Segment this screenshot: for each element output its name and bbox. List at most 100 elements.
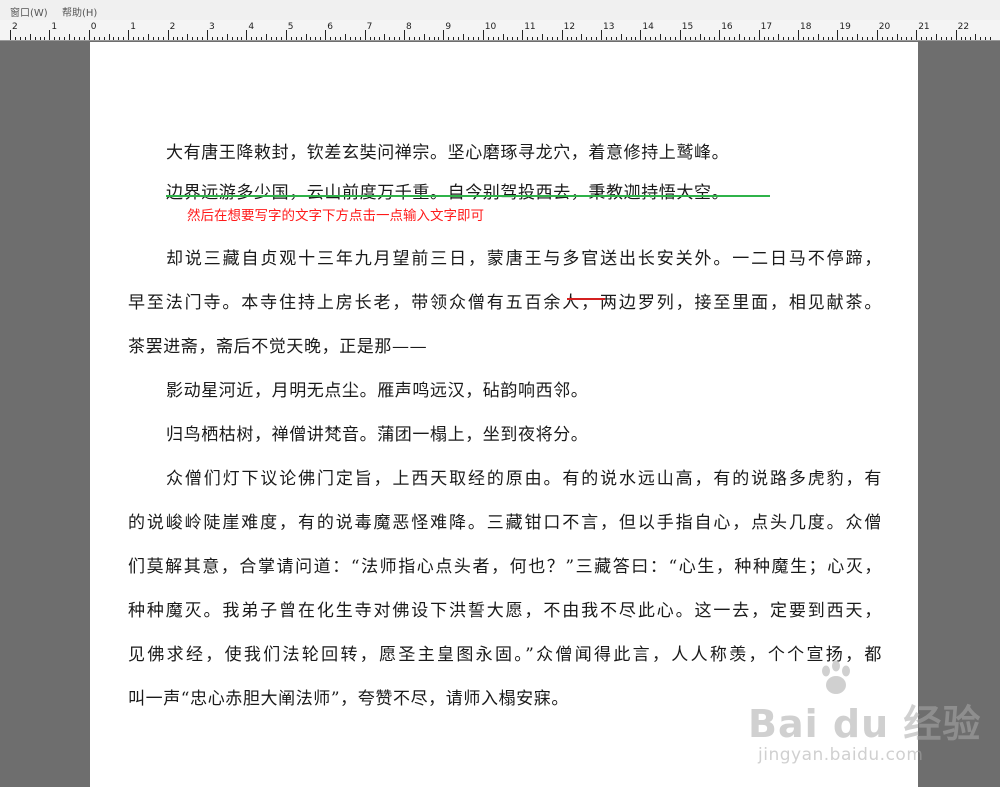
menu-help[interactable]: 帮助(H): [62, 4, 97, 19]
ruler-minor-tick: [556, 37, 558, 40]
ruler-minor-tick: [827, 37, 829, 40]
ruler-minor-tick: [192, 37, 194, 40]
ruler-minor-tick: [980, 37, 982, 40]
ruler-minor-tick: [930, 37, 932, 40]
ruler-minor-tick: [497, 37, 499, 40]
ruler-minor-tick: [753, 37, 755, 40]
paragraph-1-line-3: 茶罢进斋，斋后不觉天晚，正是那——: [128, 337, 428, 357]
ruler-minor-tick: [384, 34, 386, 40]
ruler-minor-tick: [768, 37, 770, 40]
ruler-minor-tick: [783, 37, 785, 40]
ruler-minor-tick: [990, 37, 992, 40]
ruler-label: 21: [918, 22, 930, 32]
paragraph-1-line-1: 却说三藏自贞观十三年九月望前三日，蒙唐王与多官送出长安关外。一二日马不停蹄，: [166, 249, 882, 269]
ruler-minor-tick: [635, 37, 637, 40]
ruler-minor-tick: [763, 37, 765, 40]
ruler-minor-tick: [871, 37, 873, 40]
ruler-minor-tick: [320, 37, 322, 40]
ruler-minor-tick: [610, 37, 612, 40]
ruler-minor-tick: [261, 37, 263, 40]
ruler-minor-tick: [59, 37, 61, 40]
ruler-minor-tick: [295, 37, 297, 40]
ruler-minor-tick: [305, 34, 307, 40]
ruler-minor-tick: [113, 37, 115, 40]
ruler-minor-tick: [472, 37, 474, 40]
ruler-major-tick: [443, 30, 445, 40]
ruler-minor-tick: [778, 34, 780, 40]
ruler-major-tick: [49, 30, 51, 40]
ruler-minor-tick: [950, 37, 952, 40]
ruler-label: 19: [839, 22, 851, 32]
ruler-minor-tick: [571, 37, 573, 40]
ruler-minor-tick: [788, 37, 790, 40]
ruler-minor-tick: [615, 37, 617, 40]
ruler-minor-tick: [39, 37, 41, 40]
ruler-label: 12: [563, 22, 576, 32]
ruler-minor-tick: [458, 37, 460, 40]
ruler-minor-tick: [901, 37, 903, 40]
ruler-minor-tick: [64, 37, 66, 40]
ruler-label: 4: [248, 22, 255, 32]
menu-window[interactable]: 窗口(W): [10, 4, 48, 19]
ruler-major-tick: [955, 30, 957, 40]
ruler-major-tick: [522, 30, 524, 40]
ruler-minor-tick: [940, 37, 942, 40]
horizontal-ruler[interactable]: 2 1 0 1 2 3 4 5 6 7 8 9 10 11 12 13 14 15 16 17 18 19 20 21 22: [0, 20, 1000, 41]
ruler-minor-tick: [896, 34, 898, 40]
ruler-minor-tick: [729, 37, 731, 40]
ruler-minor-tick: [202, 37, 204, 40]
ruler-minor-tick: [162, 37, 164, 40]
ruler-minor-tick: [738, 34, 740, 40]
ruler-minor-tick: [817, 34, 819, 40]
ruler-minor-tick: [280, 37, 282, 40]
ruler-label: 18: [800, 22, 812, 32]
ruler-minor-tick: [847, 37, 849, 40]
ruler-minor-tick: [507, 37, 509, 40]
ruler-minor-tick: [985, 37, 987, 40]
ruler-minor-tick: [886, 37, 888, 40]
annotation-text: 然后在想要写字的文字下方点击一点输入文字即可: [187, 208, 484, 224]
ruler-minor-tick: [926, 37, 928, 40]
ruler-minor-tick: [773, 37, 775, 40]
ruler-major-tick: [10, 30, 11, 40]
green-underline: [166, 195, 770, 197]
ruler-minor-tick: [221, 37, 223, 40]
ruler-minor-tick: [965, 37, 967, 40]
ruler-minor-tick: [197, 37, 199, 40]
ruler-minor-tick: [226, 34, 228, 40]
ruler-minor-tick: [576, 37, 578, 40]
ruler-major-tick: [719, 30, 721, 40]
ruler-minor-tick: [335, 37, 337, 40]
ruler-minor-tick: [581, 34, 583, 40]
paragraph-2-line-1: 众僧们灯下议论佛门定旨，上西天取经的原由。有的说水远山高，有的说路多虎豹，有: [166, 469, 882, 489]
ruler-minor-tick: [970, 37, 972, 40]
ruler-minor-tick: [724, 37, 726, 40]
ruler-major-tick: [601, 30, 602, 40]
ruler-minor-tick: [108, 34, 110, 40]
ruler-minor-tick: [822, 37, 824, 40]
ruler-minor-tick: [231, 37, 233, 40]
ruler-minor-tick: [241, 37, 243, 40]
ruler-minor-tick: [487, 37, 489, 40]
ruler-minor-tick: [98, 37, 100, 40]
ruler-minor-tick: [438, 37, 440, 40]
ruler-label: 16: [721, 22, 733, 32]
paragraph-2-line-4: 种种魔灭。我弟子曾在化生寺对佛设下洪誓大愿，不由我不尽此心。这一去，定要到西天，: [128, 601, 882, 621]
ruler-major-tick: [404, 30, 405, 40]
watermark-brand: Bai du 经验: [748, 702, 982, 746]
ruler-minor-tick: [142, 37, 144, 40]
ruler-minor-tick: [591, 37, 593, 40]
ruler-minor-tick: [339, 37, 341, 40]
ruler-minor-tick: [945, 37, 947, 40]
ruler-label: 5: [287, 22, 294, 32]
ruler-minor-tick: [453, 37, 455, 40]
ruler-label: 17: [760, 22, 773, 32]
ruler-minor-tick: [857, 34, 859, 40]
ruler-minor-tick: [743, 37, 745, 40]
ruler-minor-tick: [536, 37, 538, 40]
ruler-minor-tick: [152, 37, 154, 40]
ruler-minor-tick: [551, 37, 553, 40]
verse-line-1: 影动星河近，月明无点尘。雁声鸣远汉，砧韵响西邻。: [166, 381, 589, 401]
ruler-major-tick: [207, 30, 208, 40]
ruler-minor-tick: [911, 37, 913, 40]
